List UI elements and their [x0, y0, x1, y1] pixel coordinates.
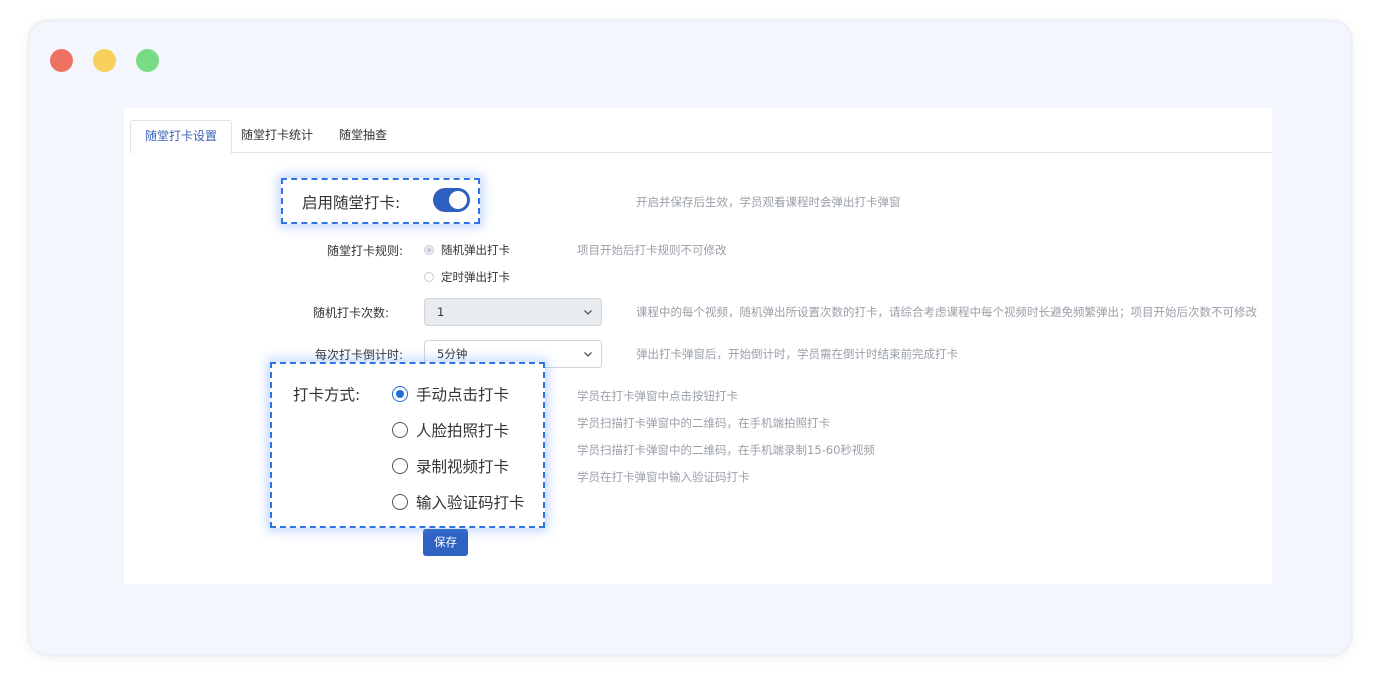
- chevron-down-icon: [584, 352, 592, 357]
- app-window: 随堂打卡设置 随堂打卡统计 随堂抽查 开启并保存后生效，学员观看课程时会弹出打卡…: [30, 22, 1350, 654]
- tab-spot-check[interactable]: 随堂抽查: [325, 120, 401, 153]
- minimize-window-dot[interactable]: [93, 49, 116, 72]
- enable-toggle[interactable]: [433, 188, 470, 212]
- random-count-label: 随机打卡次数:: [313, 306, 390, 320]
- radio-icon: [392, 458, 408, 474]
- method-hint-face: 学员扫描打卡弹窗中的二维码，在手机端拍照打卡: [577, 416, 830, 430]
- method-option-manual[interactable]: 手动点击打卡: [392, 383, 509, 405]
- method-option-face[interactable]: 人脸拍照打卡: [392, 419, 509, 441]
- radio-icon: [424, 272, 434, 282]
- radio-icon: [392, 494, 408, 510]
- random-count-hint: 课程中的每个视频，随机弹出所设置次数的打卡，请综合考虑课程中每个视频时长避免频繁…: [636, 305, 1257, 319]
- rule-option-random[interactable]: 随机弹出打卡: [424, 242, 510, 258]
- method-callout: 打卡方式: 手动点击打卡 人脸拍照打卡 录制视频打卡 输入验证码打卡: [270, 362, 545, 528]
- enable-callout: 启用随堂打卡:: [281, 178, 480, 224]
- radio-icon: [392, 386, 408, 402]
- random-count-select[interactable]: 1: [424, 298, 602, 326]
- chevron-down-icon: [584, 310, 592, 315]
- method-label: 打卡方式:: [293, 386, 361, 404]
- enable-hint: 开启并保存后生效，学员观看课程时会弹出打卡弹窗: [636, 195, 901, 209]
- countdown-label: 每次打卡倒计时:: [315, 348, 404, 362]
- close-window-dot[interactable]: [50, 49, 73, 72]
- tab-checkin-settings[interactable]: 随堂打卡设置: [130, 120, 233, 154]
- rule-label: 随堂打卡规则:: [327, 244, 404, 258]
- enable-label: 启用随堂打卡:: [302, 194, 401, 212]
- radio-icon: [424, 245, 434, 255]
- radio-icon: [392, 422, 408, 438]
- rule-option-scheduled[interactable]: 定时弹出打卡: [424, 269, 510, 285]
- save-button[interactable]: 保存: [423, 529, 468, 556]
- method-hint-manual: 学员在打卡弹窗中点击按钮打卡: [577, 389, 738, 403]
- maximize-window-dot[interactable]: [136, 49, 159, 72]
- rule-hint: 项目开始后打卡规则不可修改: [577, 243, 727, 257]
- method-hint-code: 学员在打卡弹窗中输入验证码打卡: [577, 470, 750, 484]
- method-hint-video: 学员扫描打卡弹窗中的二维码，在手机端录制15-60秒视频: [577, 443, 875, 457]
- toggle-knob: [449, 191, 467, 209]
- tab-bar: 随堂打卡设置 随堂打卡统计 随堂抽查: [130, 120, 1272, 154]
- tab-checkin-statistics[interactable]: 随堂打卡统计: [227, 120, 327, 153]
- method-option-video[interactable]: 录制视频打卡: [392, 455, 509, 477]
- method-option-code[interactable]: 输入验证码打卡: [392, 491, 525, 513]
- countdown-hint: 弹出打卡弹窗后，开始倒计时，学员需在倒计时结束前完成打卡: [636, 347, 958, 361]
